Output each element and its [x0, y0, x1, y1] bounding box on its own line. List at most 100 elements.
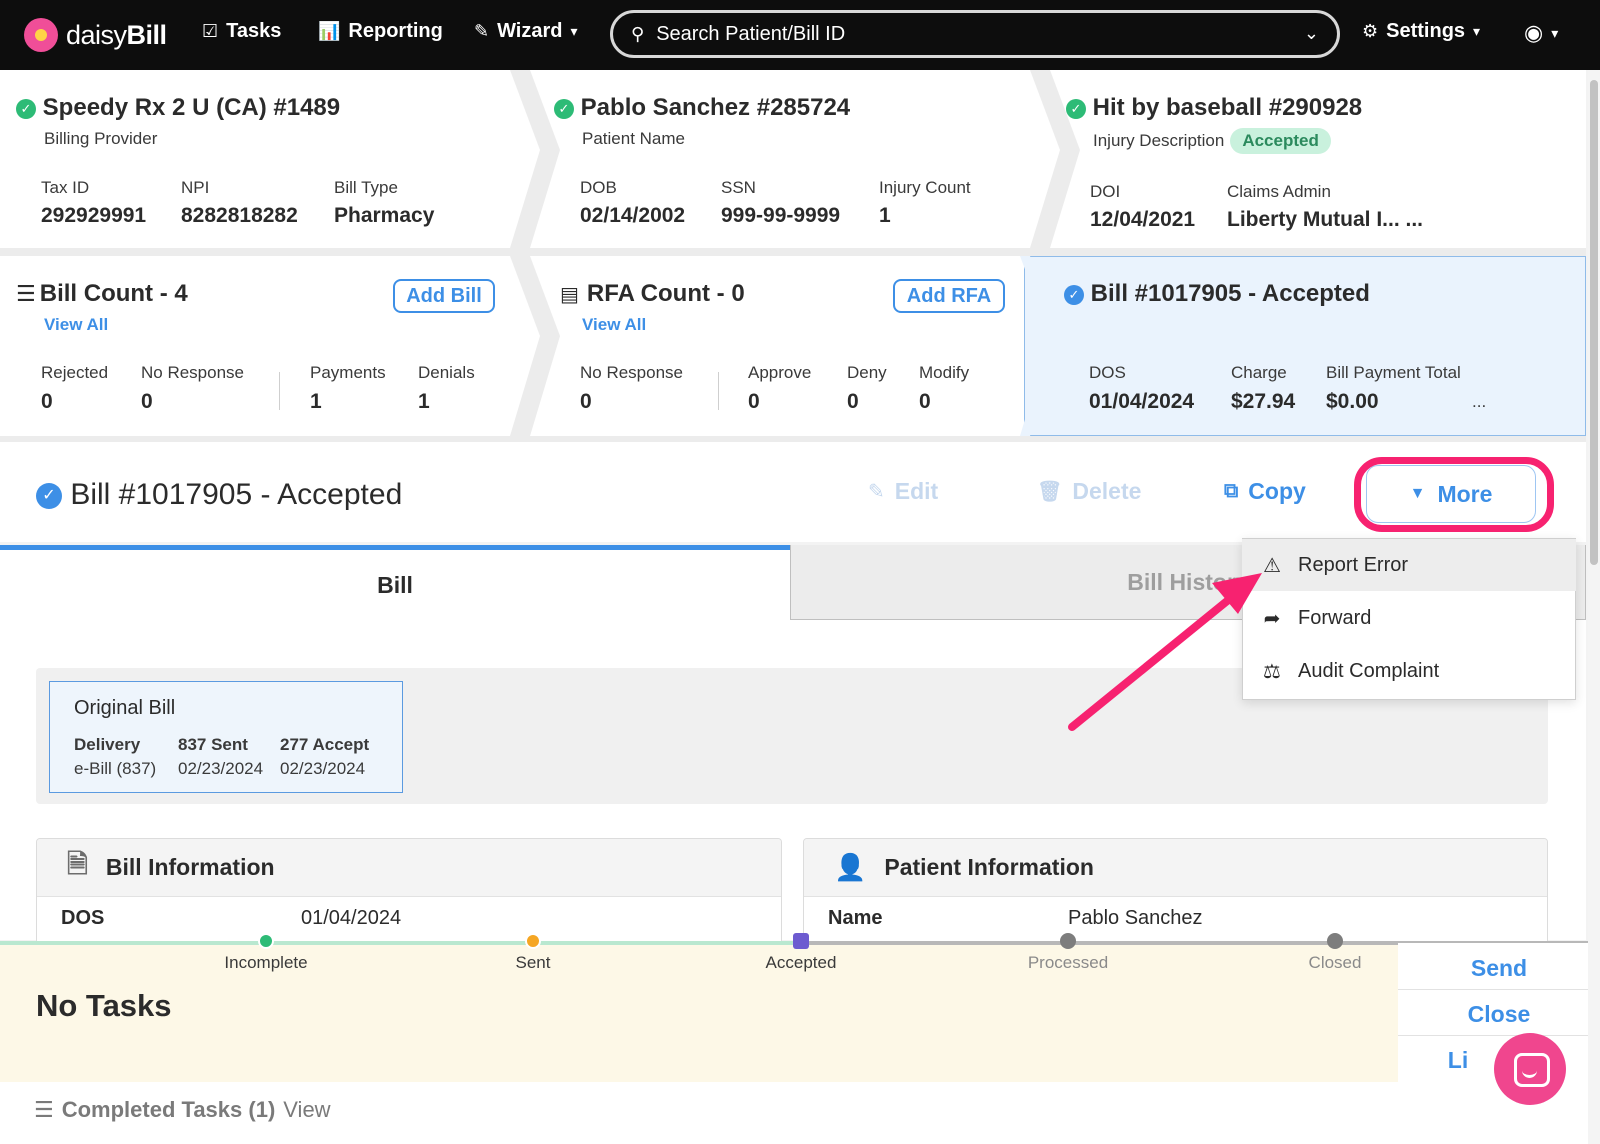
- forward-arrow-icon: ➦: [1263, 607, 1281, 630]
- check-circle-icon: ✓: [16, 98, 36, 119]
- more-ellipsis[interactable]: ...: [1472, 392, 1486, 412]
- delete-button[interactable]: 🗑 Delete: [1037, 478, 1141, 505]
- field-label: Claims Admin: [1227, 182, 1331, 201]
- divider: [1398, 989, 1600, 990]
- daisy-logo-icon: [24, 18, 58, 52]
- field-value: 0: [580, 390, 592, 413]
- field-value: 1: [418, 390, 430, 413]
- scrollbar-thumb[interactable]: [1590, 80, 1598, 565]
- brand-logo[interactable]: daisyBill: [24, 18, 167, 52]
- field-label: DOS: [1089, 363, 1126, 382]
- field-value: Liberty Mutual I... ...: [1227, 208, 1424, 231]
- bill-view-all-link[interactable]: View All: [44, 315, 108, 335]
- rfa-count-title: ▤ RFA Count - 0: [560, 280, 745, 307]
- completed-tasks[interactable]: ☰ Completed Tasks (1) View: [34, 1097, 331, 1123]
- field-label: Rejected: [41, 363, 109, 382]
- field-value: Pablo Sanchez: [1068, 907, 1203, 929]
- bill-count-title: ☰ Bill Count - 4: [16, 280, 188, 307]
- injury-title[interactable]: ✓ Hit by baseball #290928: [1066, 94, 1362, 122]
- brand-name: daisyBill: [66, 19, 167, 50]
- field-value: 0: [41, 390, 53, 413]
- original-bill-label: Delivery: [74, 735, 141, 754]
- chevron-down-icon: ▾: [1473, 23, 1481, 39]
- field-value: 0: [847, 390, 859, 413]
- search-icon: ⚲: [631, 23, 645, 44]
- field-label: DOS: [61, 907, 105, 929]
- list-icon: ☰: [16, 281, 36, 306]
- view-link[interactable]: View: [283, 1097, 330, 1122]
- field-label: Name: [828, 907, 883, 929]
- bill-information-card: 🗎 Bill Information: [36, 838, 782, 948]
- patient-icon: 👤: [834, 852, 867, 882]
- pencil-icon: ✎: [868, 481, 885, 503]
- menu-item-forward[interactable]: ➦ Forward: [1242, 592, 1576, 644]
- search-placeholder: Search Patient/Bill ID: [656, 22, 846, 45]
- chevron-down-icon[interactable]: ⌄: [1304, 23, 1319, 44]
- original-bill-value: 02/23/2024: [280, 759, 366, 778]
- field-value: Pharmacy: [334, 204, 435, 227]
- nav-reporting[interactable]: 📊 Reporting: [318, 20, 443, 43]
- field-value: 02/14/2002: [580, 204, 686, 227]
- search-input[interactable]: ⚲ Search Patient/Bill ID ⌄: [610, 10, 1340, 58]
- nav-settings[interactable]: ⚙ Settings ▾: [1362, 20, 1480, 43]
- user-circle-icon: ◉: [1524, 20, 1544, 45]
- stage-checkbox-icon: [793, 933, 809, 949]
- user-menu[interactable]: ◉ ▾: [1524, 20, 1558, 46]
- edit-button[interactable]: ✎ Edit: [868, 478, 938, 505]
- field-label: NPI: [181, 178, 210, 197]
- field-label: Denials: [418, 363, 475, 382]
- divider: [279, 372, 280, 410]
- warning-icon: ⚠: [1263, 554, 1281, 577]
- tab-bill[interactable]: Bill: [0, 545, 790, 620]
- divider: [1398, 1035, 1600, 1036]
- field-label: Approve: [748, 363, 812, 382]
- field-value: $27.94: [1231, 390, 1296, 413]
- copy-button[interactable]: ⧉ Copy: [1224, 478, 1306, 505]
- field-label: Tax ID: [41, 178, 90, 197]
- menu-item-audit-complaint[interactable]: ⚖ Audit Complaint: [1242, 645, 1576, 697]
- clipboard-check-icon: ☑: [202, 21, 219, 41]
- field-value: 0: [141, 390, 153, 413]
- field-label: SSN: [721, 178, 756, 197]
- nav-tasks[interactable]: ☑ Tasks: [202, 20, 281, 43]
- field-value: 999-99-9999: [721, 204, 841, 227]
- field-value: 1: [310, 390, 322, 413]
- form-document-icon: ▤: [560, 284, 579, 306]
- panel-chevrons: [510, 70, 1080, 436]
- field-label: DOI: [1090, 182, 1121, 201]
- add-rfa-button[interactable]: Add RFA: [893, 279, 1005, 313]
- close-button[interactable]: Close: [1398, 1001, 1600, 1028]
- field-value: 01/04/2024: [301, 907, 402, 929]
- provider-subtitle: Billing Provider: [44, 129, 158, 148]
- menu-item-report-error[interactable]: ⚠ Report Error: [1242, 539, 1576, 591]
- nav-wizard[interactable]: ✎ Wizard ▾: [474, 20, 578, 43]
- provider-title[interactable]: ✓ Speedy Rx 2 U (CA) #1489: [16, 94, 340, 122]
- original-bill-value: e-Bill (837): [74, 759, 157, 778]
- chevron-down-icon: ▾: [1551, 24, 1559, 41]
- field-label: Charge: [1231, 363, 1287, 382]
- invoice-dollar-icon: 🗎: [67, 848, 88, 879]
- field-label: No Response: [580, 363, 684, 382]
- list-icon: ☰: [34, 1097, 54, 1122]
- field-value: 0: [919, 390, 931, 413]
- field-value: 1: [879, 204, 891, 227]
- stage-incomplete: Incomplete: [224, 953, 308, 972]
- trash-icon: 🗑: [1037, 481, 1063, 503]
- stage-check-icon: [258, 933, 274, 949]
- rfa-view-all-link[interactable]: View All: [582, 315, 646, 335]
- add-bill-button[interactable]: Add Bill: [393, 279, 495, 313]
- nav-reporting-label: Reporting: [348, 20, 443, 42]
- check-circle-icon: ✓: [1066, 98, 1086, 119]
- chat-support-icon[interactable]: [1494, 1033, 1566, 1105]
- field-value: 0: [748, 390, 760, 413]
- bar-chart-icon: 📊: [318, 21, 341, 41]
- progress-complete: [0, 941, 802, 945]
- patient-title[interactable]: ✓ Pablo Sanchez #285724: [554, 94, 850, 122]
- original-bill-label: 837 Sent: [178, 735, 248, 754]
- send-button[interactable]: Send: [1398, 955, 1600, 982]
- field-label: Deny: [847, 363, 887, 382]
- chevron-down-icon: ▾: [570, 23, 578, 39]
- gear-icon: ⚙: [1362, 21, 1379, 41]
- injury-subtitle: Injury Description Accepted: [1093, 128, 1331, 154]
- highlight-ring: [1354, 457, 1554, 532]
